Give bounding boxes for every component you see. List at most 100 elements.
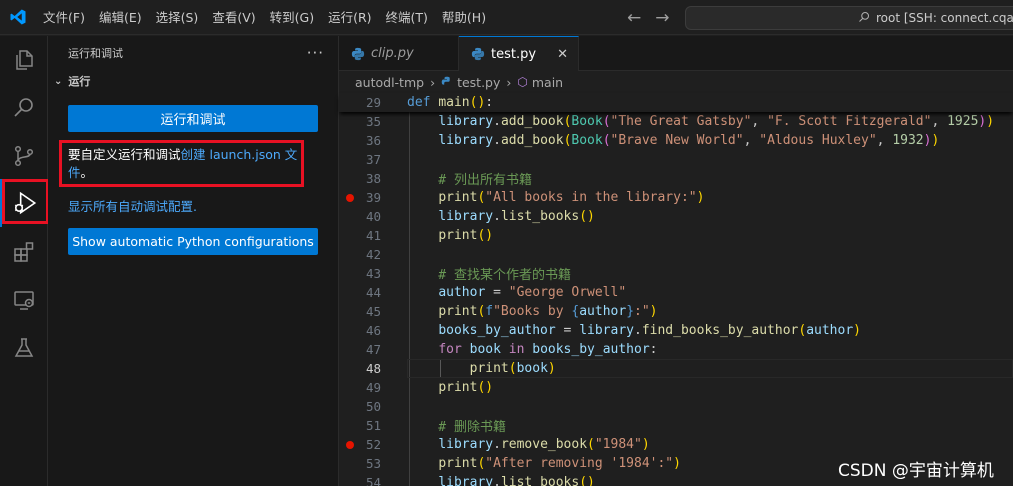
breakpoint-icon[interactable] (346, 440, 354, 449)
code-text: author = "George Orwell" (438, 285, 627, 300)
menu-bar: 文件(F) 编辑(E) 选择(S) 查看(V) 转到(G) 运行(R) 终端(T… (36, 0, 493, 35)
show-all-suffix: . (193, 199, 197, 214)
code-text: print(book) (469, 361, 556, 376)
search-icon (858, 11, 870, 26)
code-line[interactable]: 37 (339, 150, 1013, 169)
line-number: 37 (365, 152, 381, 167)
code-line[interactable]: 46 books_by_author = library.find_books_… (339, 321, 1013, 340)
code-line-current[interactable]: 48 print(book) (339, 359, 1013, 378)
code-text: print() (438, 228, 494, 243)
code-line[interactable]: 39 print("All books in the library:") (339, 188, 1013, 207)
menu-go[interactable]: 转到(G) (263, 0, 321, 35)
chevron-right-icon: › (430, 74, 436, 90)
chevron-right-icon: › (506, 74, 512, 90)
extensions-icon[interactable] (0, 228, 48, 276)
more-actions-icon[interactable]: ··· (307, 44, 324, 62)
python-file-icon (471, 47, 485, 61)
code-line[interactable]: 36 library.add_book(Book("Brave New Worl… (339, 131, 1013, 150)
remote-explorer-icon[interactable] (0, 276, 48, 324)
code-text: books_by_author = library.find_books_by_… (438, 323, 861, 338)
chevron-down-icon: ⌄ (54, 75, 63, 87)
menu-selection[interactable]: 选择(S) (149, 0, 206, 35)
line-number: 48 (365, 361, 381, 376)
line-number: 46 (365, 323, 381, 338)
launch-json-hint: 要自定义运行和调试创建 launch.json 文件。 (68, 146, 300, 182)
run-section-header[interactable]: ⌄ 运行 (48, 70, 338, 92)
menu-help[interactable]: 帮助(H) (435, 0, 493, 35)
line-number: 51 (365, 418, 381, 433)
sidebar-header: 运行和调试 ··· (48, 36, 338, 70)
tab-test-py[interactable]: test.py ✕ (459, 36, 579, 71)
menu-edit[interactable]: 编辑(E) (92, 0, 149, 35)
command-center[interactable]: root [SSH: connect.cqa1 (685, 6, 1013, 30)
line-number: 50 (365, 399, 381, 414)
line-number: 40 (365, 209, 381, 224)
code-line[interactable]: 44 author = "George Orwell" (339, 283, 1013, 302)
line-number: 44 (365, 285, 381, 300)
code-comment: # 查找某个作者的书籍 (407, 268, 571, 283)
menu-file[interactable]: 文件(F) (36, 0, 92, 35)
line-number: 47 (365, 342, 381, 357)
explorer-icon[interactable] (0, 36, 48, 84)
code-line[interactable]: 35 library.add_book(Book("The Great Gats… (339, 112, 1013, 131)
line-number: 54 (365, 475, 381, 486)
line-number: 35 (365, 114, 381, 129)
code-line[interactable]: 51 # 删除书籍 (339, 416, 1013, 435)
editor-tabs: clip.py test.py ✕ (339, 36, 1013, 71)
code-text: for book in books_by_author: (438, 342, 658, 357)
code-comment: # 删除书籍 (407, 420, 506, 435)
back-arrow-icon[interactable]: ← (627, 8, 641, 28)
code-line[interactable]: 52 library.remove_book("1984") (339, 435, 1013, 454)
code-editor[interactable]: 29 def main(): 35 library.add_book(Book(… (339, 93, 1013, 486)
tab-clip-py[interactable]: clip.py (339, 36, 459, 71)
line-number: 41 (365, 228, 381, 243)
code-text: library.add_book(Book("Brave New World",… (438, 133, 940, 148)
forward-arrow-icon[interactable]: → (655, 8, 669, 28)
breakpoint-icon[interactable] (346, 193, 354, 202)
breadcrumb-folder[interactable]: autodl-tmp (355, 75, 424, 90)
python-file-icon (351, 47, 365, 60)
code-line[interactable]: 50 (339, 397, 1013, 416)
launch-hint-suffix: 。 (80, 165, 94, 180)
run-and-debug-icon[interactable] (0, 179, 48, 227)
code-text: library.remove_book("1984") (438, 437, 650, 452)
run-debug-sidebar: 运行和调试 ··· ⌄ 运行 运行和调试 要自定义运行和调试创建 launch.… (48, 36, 339, 486)
code-line[interactable]: 41 print() (339, 226, 1013, 245)
python-file-icon (441, 76, 450, 85)
code-line[interactable]: 49 print() (339, 378, 1013, 397)
line-number: 38 (365, 171, 381, 186)
breadcrumb-symbol[interactable]: main (532, 75, 563, 90)
watermark: CSDN @宇宙计算机 (838, 461, 994, 481)
run-and-debug-button[interactable]: 运行和调试 (68, 105, 318, 132)
code-line[interactable]: 42 (339, 245, 1013, 264)
show-python-configurations-button[interactable]: Show automatic Python configurations (68, 228, 318, 255)
close-tab-icon[interactable]: ✕ (557, 47, 568, 62)
menu-view[interactable]: 查看(V) (205, 0, 262, 35)
breadcrumb-file[interactable]: test.py (457, 75, 500, 90)
code-line[interactable]: 40 library.list_books() (339, 207, 1013, 226)
code-line[interactable]: 45 print(f"Books by {author}:") (339, 302, 1013, 321)
line-number: 45 (365, 304, 381, 319)
command-center-label: root [SSH: connect.cqa1 (876, 11, 1013, 25)
line-number: 43 (365, 266, 381, 281)
code-line[interactable]: 47 for book in books_by_author: (339, 340, 1013, 359)
show-all-debug-configs-link[interactable]: 显示所有自动调试配置 (68, 199, 193, 214)
navigation-arrows: ← → (627, 0, 670, 35)
line-number: 49 (365, 380, 381, 395)
source-control-icon[interactable] (0, 132, 48, 180)
code-text: def main(): (407, 95, 494, 110)
code-line[interactable]: 43 # 查找某个作者的书籍 (339, 264, 1013, 283)
testing-flask-icon[interactable] (0, 324, 48, 372)
sticky-scroll-line[interactable]: 29 def main(): (339, 93, 1013, 112)
menu-run[interactable]: 运行(R) (321, 0, 378, 35)
menu-terminal[interactable]: 终端(T) (379, 0, 435, 35)
code-text: library.list_books() (438, 475, 595, 486)
line-number: 29 (365, 95, 381, 110)
code-line[interactable]: 38 # 列出所有书籍 (339, 169, 1013, 188)
sidebar-title: 运行和调试 (68, 47, 123, 60)
vscode-logo-icon (0, 0, 36, 35)
activity-bar (0, 36, 49, 486)
code-comment: # 列出所有书籍 (407, 173, 532, 188)
search-activity-icon[interactable] (0, 84, 48, 132)
launch-hint-prefix: 要自定义运行和调试 (68, 147, 181, 162)
